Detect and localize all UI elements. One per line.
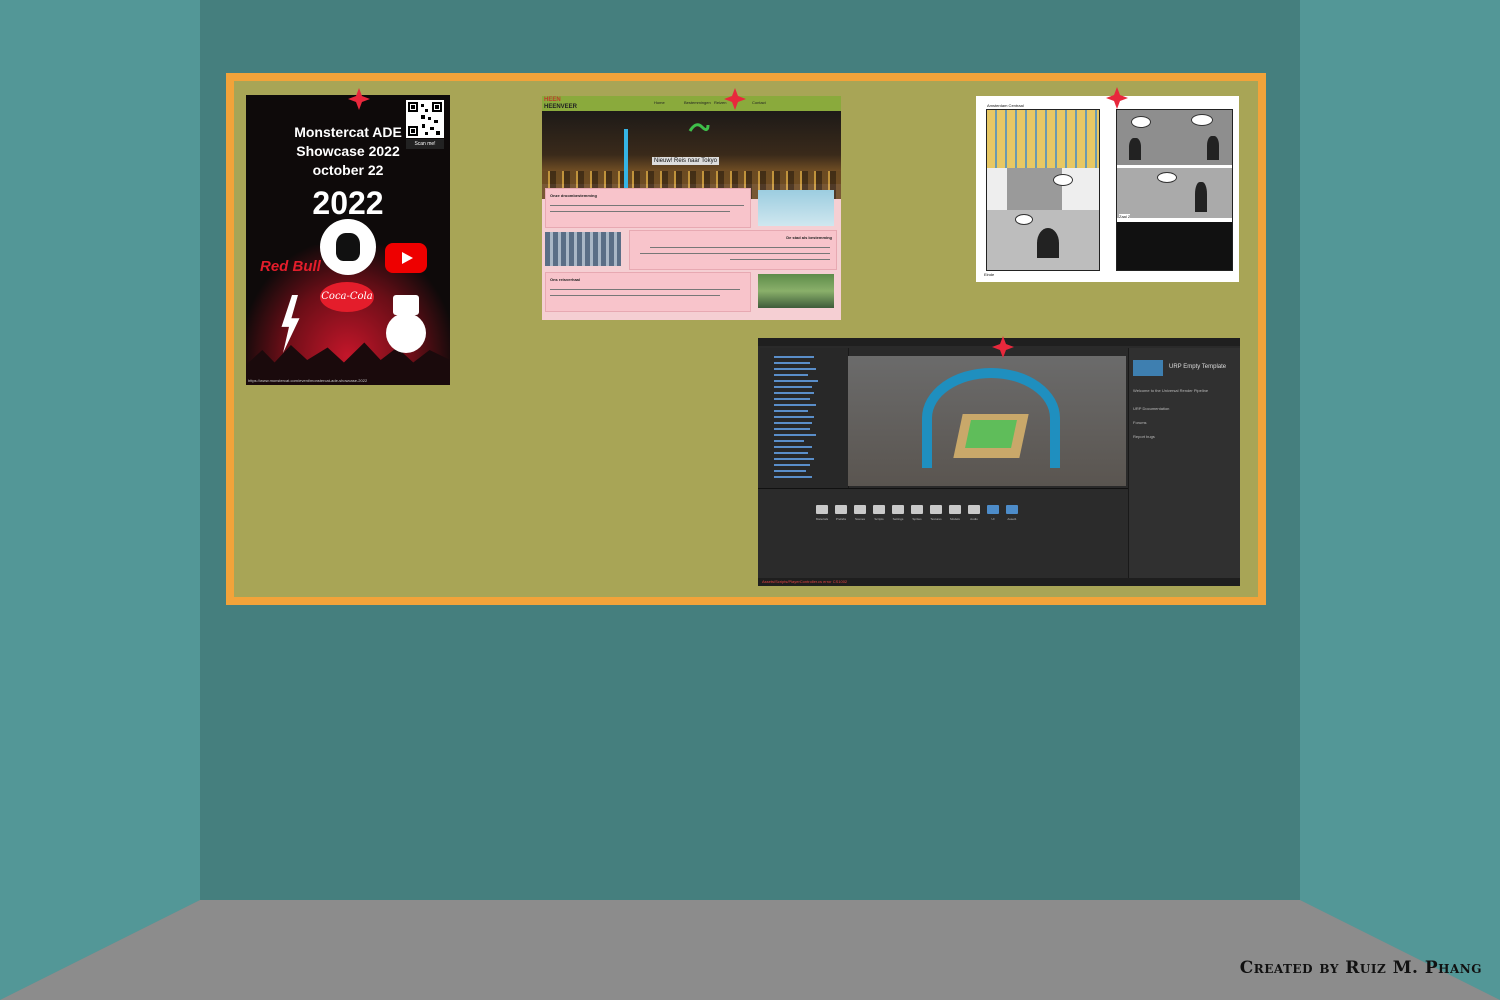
site-brand-top: HEEN bbox=[544, 97, 561, 103]
folder-icon[interactable] bbox=[816, 505, 828, 514]
section-block-1: Onze droombestemming bbox=[545, 188, 751, 228]
cocacola-logo: Coca-Cola bbox=[320, 282, 374, 312]
comic-page-right: Zaal 2 bbox=[1116, 109, 1233, 271]
website-screenshot[interactable]: HEEN HEENVEER Home Bestemmingen Reizen C… bbox=[542, 96, 841, 320]
section2-title: De stad als bestemming bbox=[786, 235, 832, 240]
hero-caption: Nieuw! Reis naar Tokyo bbox=[652, 157, 719, 165]
nav-item-contact[interactable]: Contact bbox=[752, 100, 766, 105]
comic-page-left: Amsterdam Centraal bbox=[986, 103, 1100, 271]
folder-label: Prefabs bbox=[835, 517, 847, 521]
folder-icon[interactable] bbox=[835, 505, 847, 514]
folder-label: Scripts bbox=[874, 517, 884, 521]
floor bbox=[0, 900, 1500, 1000]
scene-grass bbox=[965, 420, 1017, 448]
folder-label: Audio bbox=[970, 517, 978, 521]
pushpin-icon bbox=[724, 88, 746, 110]
pushpin-icon bbox=[1106, 87, 1128, 109]
unity-hierarchy-panel bbox=[760, 348, 849, 488]
comic-building bbox=[987, 110, 1099, 168]
status-error: Assets/Scripts/PlayerController.cs error… bbox=[762, 579, 848, 584]
pushpin-icon bbox=[348, 88, 370, 110]
unity-scene-view[interactable] bbox=[848, 356, 1126, 486]
folder-label: Settings bbox=[892, 517, 904, 521]
site-brand-bottom: HEENVEER bbox=[544, 104, 578, 110]
unity-statusbar: Assets/Scripts/PlayerController.cs error… bbox=[758, 578, 1240, 586]
mascot-hat bbox=[393, 295, 419, 315]
pushpin-icon bbox=[992, 336, 1014, 358]
right-wall bbox=[1300, 0, 1500, 1000]
qr-label: Scan me! bbox=[406, 139, 444, 149]
redbull-logo: Red Bull bbox=[260, 258, 321, 275]
asset-cube-icon[interactable] bbox=[1006, 505, 1018, 514]
section2-image bbox=[545, 232, 621, 266]
poster-title-line3: october 22 bbox=[312, 162, 384, 178]
folder-icon[interactable] bbox=[873, 505, 885, 514]
folder-icon[interactable] bbox=[892, 505, 904, 514]
section3-image bbox=[758, 274, 834, 308]
poster-url: https://www.monstercat.com/event/monster… bbox=[248, 378, 368, 383]
folder-label: Sprites bbox=[912, 517, 922, 521]
poster-year: 2022 bbox=[312, 185, 384, 221]
section1-title: Onze droombestemming bbox=[550, 193, 597, 198]
plane-logo-icon bbox=[688, 123, 710, 132]
nav-item-bestemmingen[interactable]: Bestemmingen bbox=[684, 100, 711, 105]
poster-monstercat[interactable]: Monstercat ADE Showcase 2022 october 22 … bbox=[246, 95, 450, 385]
hero-banner: Nieuw! Reis naar Tokyo ● ● ● bbox=[542, 111, 841, 199]
unity-project-panel: Materials Prefabs Scenes Scripts Setting… bbox=[758, 488, 1128, 579]
site-navbar: HEEN HEENVEER Home Bestemmingen Reizen C… bbox=[542, 96, 841, 111]
folder-label: Scenes bbox=[854, 517, 865, 521]
monstercat-logo-icon bbox=[320, 219, 376, 275]
unity-inspector-panel: URP Empty Template Welcome to the Univer… bbox=[1128, 348, 1240, 578]
folder-icon[interactable] bbox=[854, 505, 866, 514]
qr-code-icon[interactable] bbox=[406, 100, 444, 138]
folder-icon[interactable] bbox=[930, 505, 942, 514]
left-wall bbox=[0, 0, 200, 1000]
gallery-room: Monstercat ADE Showcase 2022 october 22 … bbox=[0, 0, 1500, 1000]
creator-credit: Created by Ruiz M. Phang bbox=[1239, 958, 1482, 978]
forums-label[interactable]: Forums bbox=[1133, 420, 1147, 425]
section1-image bbox=[758, 190, 834, 226]
comic-pages[interactable]: Amsterdam Centraal Zaal 2 Einde bbox=[976, 96, 1239, 282]
youtube-icon bbox=[385, 243, 427, 273]
section-block-2: De stad als bestemming bbox=[629, 230, 837, 270]
nav-item-home[interactable]: Home bbox=[654, 100, 665, 105]
bugs-label[interactable]: Report bugs bbox=[1133, 434, 1155, 439]
folder-label: UI bbox=[991, 517, 995, 521]
comic-caption-b: Zaal 2 bbox=[1119, 214, 1131, 219]
unity-editor-screenshot[interactable]: Materials Prefabs Scenes Scripts Setting… bbox=[758, 338, 1240, 586]
section3-title: Ons reisverhaal bbox=[550, 277, 581, 282]
comic-caption-a: Amsterdam Centraal bbox=[987, 103, 1024, 108]
mascot-icon bbox=[386, 313, 426, 353]
docs-label[interactable]: URP Documentation bbox=[1133, 406, 1169, 411]
welcome-text: Welcome to the Universal Render Pipeline bbox=[1133, 388, 1209, 393]
folder-label: Materials bbox=[815, 517, 829, 521]
folder-label: Textures bbox=[930, 517, 942, 521]
section-block-3: Ons reisverhaal bbox=[545, 272, 751, 312]
folder-icon[interactable] bbox=[968, 505, 980, 514]
comic-caption-c: Einde bbox=[984, 272, 995, 277]
folder-label: Asset1 bbox=[1007, 517, 1017, 521]
folder-icon[interactable] bbox=[911, 505, 923, 514]
folder-icon[interactable] bbox=[949, 505, 961, 514]
urp-template-icon bbox=[1133, 360, 1163, 376]
folder-label: Models bbox=[950, 517, 960, 521]
inspector-title: URP Empty Template bbox=[1169, 364, 1227, 370]
asset-cube-icon[interactable] bbox=[987, 505, 999, 514]
